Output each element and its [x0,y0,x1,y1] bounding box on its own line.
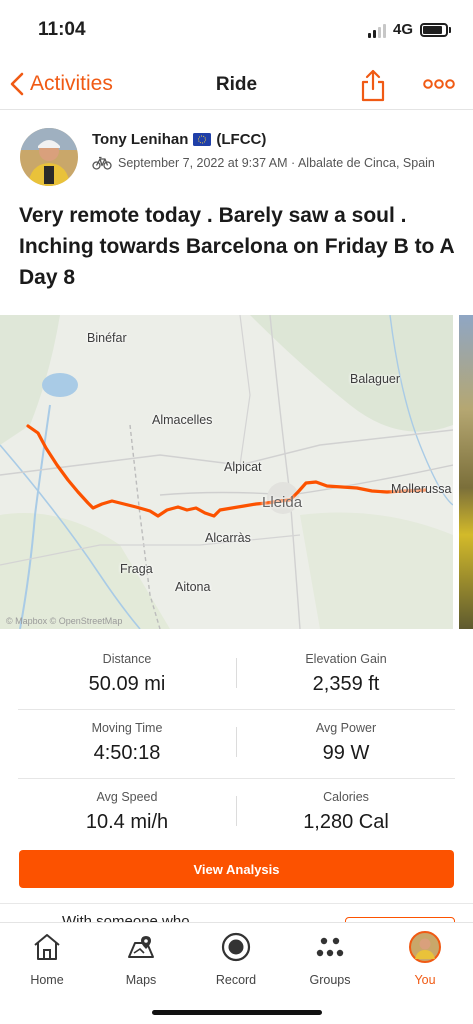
stat-value: 4:50:18 [93,742,161,764]
battery-icon [420,23,448,37]
athlete-name: Tony Lenihan [92,131,189,148]
status-time: 11:04 [38,19,86,40]
stat-value: 1,280 Cal [303,811,389,833]
map-place-label: Aitona [175,580,211,594]
activity-title: Very remote today . Barely saw a soul . … [19,204,454,289]
tab-label: Home [30,973,64,987]
map-place-label: Balaguer [350,372,401,386]
more-options-button[interactable] [423,74,455,94]
tab-label: Groups [309,973,351,987]
stat-label: Elevation Gain [305,652,387,666]
battery-cap [449,27,451,33]
record-icon [221,932,251,962]
stat-label: Avg Speed [96,790,158,804]
map-place-label: Almacelles [152,413,213,427]
home-icon [34,934,60,960]
stat-label: Moving Time [91,721,163,735]
stats-row: Avg Speed 10.4 mi/h Calories 1,280 Cal [18,779,455,848]
stat-elevation-gain: Elevation Gain 2,359 ft [237,641,455,709]
peek-section: With someone who [0,903,473,923]
map-place-label: Alpicat [224,460,262,474]
tab-bar: Home Maps Record Groups You [0,922,473,1024]
stat-label: Avg Power [315,721,377,735]
tab-groups[interactable]: Groups [283,929,377,993]
share-button[interactable] [360,68,386,102]
athlete-header: Tony Lenihan (LFCC) September 7, 2022 at… [20,124,460,190]
status-bar: 11:04 4G [0,0,473,60]
athlete-avatar[interactable] [20,128,78,186]
stat-moving-time: Moving Time 4:50:18 [18,710,236,778]
network-type: 4G [393,21,414,38]
athlete-club: (LFCC) [216,131,267,148]
activity-photo-thumbnail[interactable] [459,315,473,629]
stat-calories: Calories 1,280 Cal [237,779,455,847]
stat-label: Calories [323,790,369,804]
tab-label: Maps [125,973,157,987]
stats-grid: Distance 50.09 mi Elevation Gain 2,359 f… [18,641,455,848]
stats-row: Moving Time 4:50:18 Avg Power 99 W [18,710,455,779]
activity-meta: September 7, 2022 at 9:37 AM · Albalate … [92,156,435,170]
groups-icon [316,937,344,957]
stat-value: 50.09 mi [88,673,166,695]
tab-label: You [414,973,436,987]
map-icon [128,936,154,958]
avatar-icon [409,931,441,963]
stat-distance: Distance 50.09 mi [18,641,236,709]
tab-record[interactable]: Record [189,929,283,993]
eu-flag-icon [193,133,212,146]
map-attribution: © Mapbox © OpenStreetMap [6,616,123,626]
map-place-label: Binéfar [87,331,127,345]
stat-avg-speed: Avg Speed 10.4 mi/h [18,779,236,847]
share-icon [361,69,385,102]
bike-icon [92,156,112,170]
stat-value: 10.4 mi/h [85,811,169,833]
stat-value: 2,359 ft [312,673,380,695]
athlete-name-row[interactable]: Tony Lenihan (LFCC) [92,131,266,148]
view-analysis-button[interactable]: View Analysis [19,850,454,888]
tab-you[interactable]: You [378,929,472,993]
home-indicator [152,1010,322,1015]
cellular-signal-icon [368,24,386,38]
map-place-label: Mollerussa [391,482,452,496]
tab-label: Record [215,973,257,987]
stat-label: Distance [102,652,152,666]
stat-value: 99 W [322,742,370,764]
route-map[interactable]: Binéfar Balaguer Almacelles Alpicat Llei… [0,315,453,629]
date-location: September 7, 2022 at 9:37 AM · Albalate … [118,156,435,170]
map-place-label: Alcarràs [205,531,251,545]
more-horizontal-icon [423,79,455,89]
map-place-label: Lleida [262,494,303,511]
map-place-label: Fraga [120,562,153,576]
tab-maps[interactable]: Maps [94,929,188,993]
stats-row: Distance 50.09 mi Elevation Gain 2,359 f… [18,641,455,710]
navigation-bar: Activities Ride [0,60,473,110]
stat-avg-power: Avg Power 99 W [237,710,455,778]
tab-home[interactable]: Home [0,929,94,993]
page-title: Ride [215,74,258,95]
